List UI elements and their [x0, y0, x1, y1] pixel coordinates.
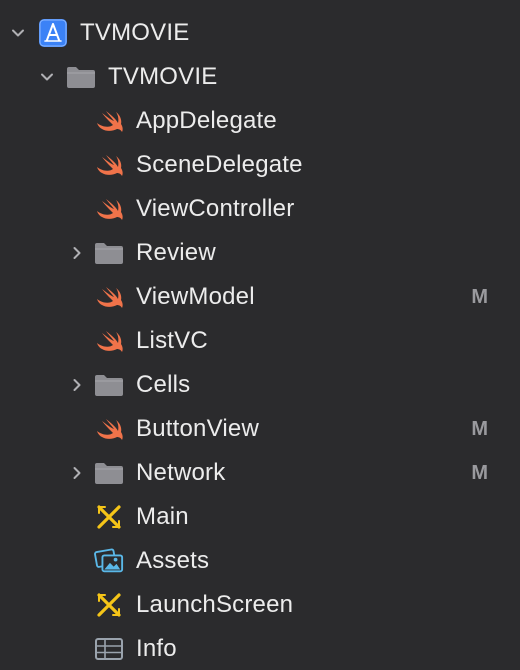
swift-file-icon: [94, 282, 124, 312]
asset-catalog-icon: [94, 546, 124, 576]
swift-file-icon: [94, 414, 124, 444]
swift-file-icon: [94, 150, 124, 180]
plist-icon: [94, 634, 124, 664]
file-label: SceneDelegate: [136, 151, 303, 178]
project-navigator: TVMOVIE TVMOVIE AppDelegate SceneDelegat…: [0, 0, 520, 670]
file-row[interactable]: ViewController: [0, 187, 520, 231]
file-row[interactable]: ButtonView M: [0, 407, 520, 451]
chevron-down-icon[interactable]: [9, 24, 27, 42]
file-label: ViewController: [136, 195, 295, 222]
swift-file-icon: [94, 326, 124, 356]
file-row[interactable]: Main: [0, 495, 520, 539]
file-row[interactable]: SceneDelegate: [0, 143, 520, 187]
file-label: ButtonView: [136, 415, 259, 442]
file-row[interactable]: Assets: [0, 539, 520, 583]
project-row[interactable]: TVMOVIE: [0, 11, 520, 55]
file-label: ViewModel: [136, 283, 255, 310]
folder-label: Cells: [136, 371, 191, 398]
folder-icon: [66, 62, 96, 92]
swift-file-icon: [94, 106, 124, 136]
swift-file-icon: [94, 194, 124, 224]
folder-icon: [94, 458, 124, 488]
xcode-project-icon: [38, 18, 68, 48]
folder-icon: [94, 370, 124, 400]
folder-icon: [94, 238, 124, 268]
folder-label: Network: [136, 459, 226, 486]
folder-row[interactable]: Review: [0, 231, 520, 275]
project-label: TVMOVIE: [80, 19, 190, 46]
group-row[interactable]: TVMOVIE: [0, 55, 520, 99]
file-label: ListVC: [136, 327, 208, 354]
modified-badge: M: [471, 286, 488, 308]
modified-badge: M: [471, 418, 488, 440]
storyboard-icon: [94, 502, 124, 532]
chevron-right-icon[interactable]: [68, 464, 86, 482]
chevron-right-icon[interactable]: [68, 244, 86, 262]
chevron-right-icon[interactable]: [68, 376, 86, 394]
file-row[interactable]: LaunchScreen: [0, 583, 520, 627]
file-label: Info: [136, 635, 177, 662]
file-row[interactable]: ListVC: [0, 319, 520, 363]
file-label: Main: [136, 503, 189, 530]
file-row[interactable]: Info: [0, 627, 520, 670]
folder-label: Review: [136, 239, 216, 266]
file-row[interactable]: ViewModel M: [0, 275, 520, 319]
group-label: TVMOVIE: [108, 63, 218, 90]
folder-row[interactable]: Cells: [0, 363, 520, 407]
file-label: AppDelegate: [136, 107, 277, 134]
file-label: LaunchScreen: [136, 591, 294, 618]
storyboard-icon: [94, 590, 124, 620]
modified-badge: M: [471, 462, 488, 484]
file-label: Assets: [136, 547, 210, 574]
chevron-down-icon[interactable]: [38, 68, 56, 86]
folder-row[interactable]: Network M: [0, 451, 520, 495]
file-row[interactable]: AppDelegate: [0, 99, 520, 143]
